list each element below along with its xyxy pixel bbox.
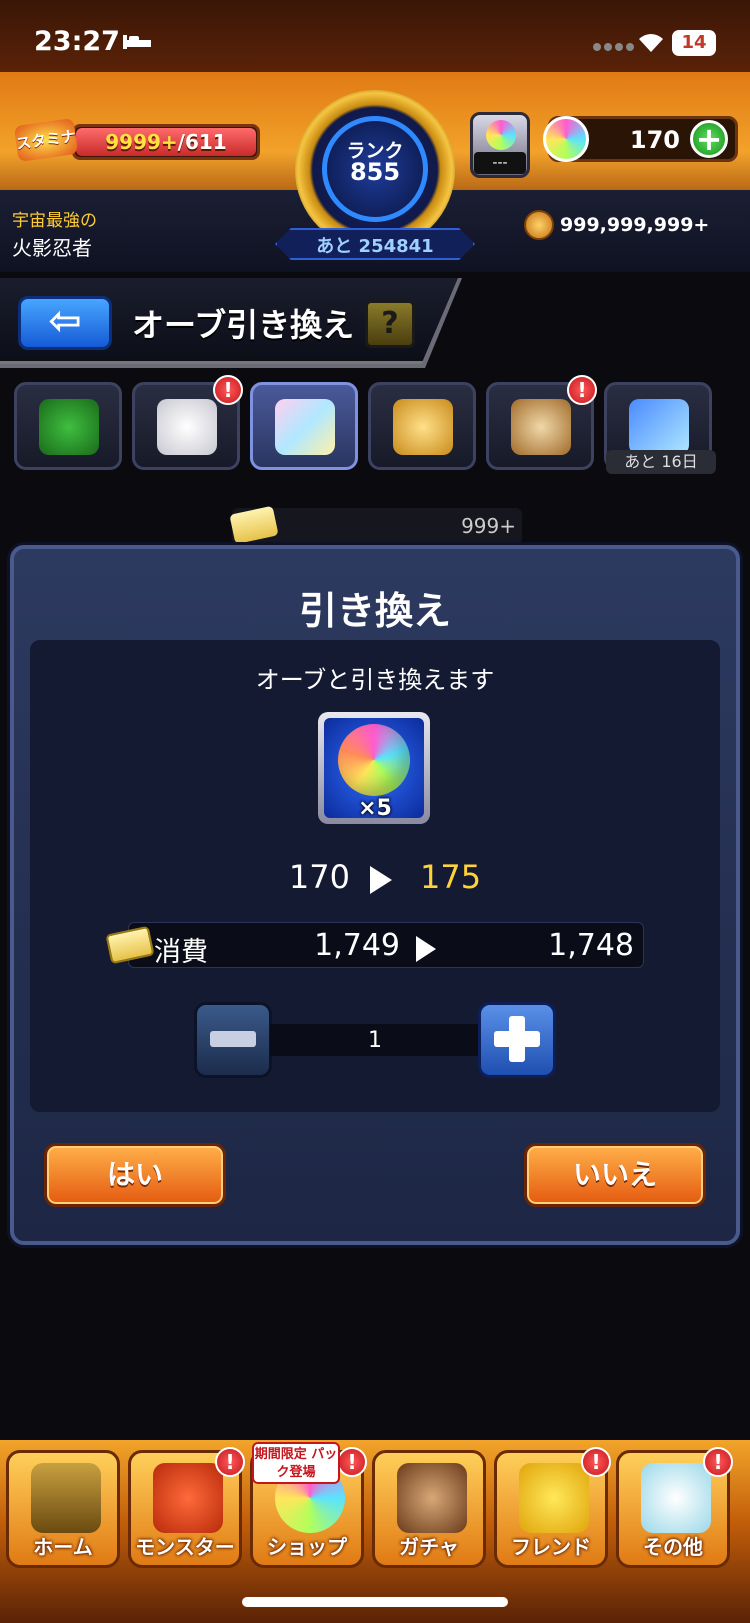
back-button[interactable]: ⇦ — [18, 296, 112, 350]
arrow-right-icon — [370, 866, 392, 894]
other-menu-icon — [641, 1463, 711, 1533]
cost-after: 1,748 — [548, 928, 634, 963]
cost-before: 1,749 — [314, 928, 400, 963]
orb-ticket-icon — [275, 399, 335, 455]
player-title: 火影忍者 — [12, 236, 92, 260]
monster-icon — [153, 1463, 223, 1533]
nav-label: モンスター — [135, 1535, 235, 1559]
signal-icon — [593, 43, 634, 51]
nav-label: その他 — [643, 1535, 703, 1559]
tab-castle-items[interactable]: ! — [486, 375, 597, 470]
player-title-prefix: 宇宙最強の — [12, 211, 97, 231]
mascot-icon — [393, 399, 453, 455]
clover-hat-icon — [39, 399, 99, 455]
orb-storage-label: --- — [474, 152, 526, 174]
nav-other[interactable]: その他 ! — [616, 1447, 733, 1568]
battery-indicator: 14 — [672, 30, 716, 56]
alert-badge: ! — [337, 1447, 367, 1477]
alert-badge: ! — [581, 1447, 611, 1477]
dialog-title: 引き換え — [298, 589, 451, 633]
limited-pack-banner: 期間限定 パック登場 — [252, 1442, 340, 1484]
tab-clover-hat[interactable] — [14, 382, 122, 470]
home-indicator[interactable] — [242, 1597, 508, 1607]
orb-count-before: 170 — [288, 858, 350, 896]
status-time: 23:27 — [34, 26, 120, 57]
nav-gacha[interactable]: ガチャ — [372, 1450, 486, 1568]
orb-exchange-icon — [629, 399, 689, 455]
stamina-current: 9999+ — [105, 130, 178, 154]
alert-badge: ! — [213, 375, 243, 405]
orb-storage-orb-icon — [486, 120, 516, 150]
minus-icon — [210, 1031, 256, 1047]
tab-orb-ticket[interactable] — [250, 382, 358, 470]
wifi-icon — [639, 34, 663, 52]
orb-count-after: 175 — [420, 858, 482, 896]
stamina-max: /611 — [177, 130, 227, 154]
alert-badge: ! — [215, 1447, 245, 1477]
page-title: オーブ引き換え — [132, 306, 355, 344]
tab-monster-mascot[interactable] — [368, 382, 476, 470]
home-icon — [31, 1463, 101, 1533]
add-orb-button[interactable]: + — [690, 120, 728, 158]
tab-heart-items[interactable]: ! — [132, 375, 243, 470]
quantity-value: 1 — [368, 1028, 382, 1053]
rainbow-orb-icon — [338, 724, 410, 796]
rank-value: 855 — [349, 158, 401, 186]
friend-icon — [519, 1463, 589, 1533]
nav-label: フレンド — [511, 1535, 591, 1559]
sleep-focus-icon — [123, 35, 151, 49]
nav-label: ショップ — [267, 1535, 347, 1559]
orb-count: 170 — [629, 126, 680, 154]
gacha-character-icon — [397, 1463, 467, 1533]
ticket-count: 999+ — [461, 514, 516, 538]
gold-count: 999,999,999+ — [560, 214, 710, 236]
orb-item-quantity: ×5 — [358, 796, 392, 821]
rank-remaining-exp: あと 254841 — [316, 236, 434, 257]
no-button[interactable]: いいえ — [524, 1143, 706, 1207]
cost-label: 消費 — [154, 937, 208, 968]
stamina-text: 9999+/611 — [76, 130, 256, 154]
castle-icon — [511, 399, 571, 455]
alert-badge: ! — [703, 1447, 733, 1477]
alert-badge: ! — [567, 375, 597, 405]
arrow-right-icon — [416, 936, 436, 962]
yes-button[interactable]: はい — [44, 1143, 226, 1207]
nav-home[interactable]: ホーム — [6, 1450, 120, 1568]
orb-icon — [543, 116, 589, 162]
nav-monster[interactable]: モンスター ! — [128, 1447, 245, 1568]
heart-card-icon — [157, 399, 217, 455]
nav-label: ホーム — [33, 1535, 93, 1559]
nav-friend[interactable]: フレンド ! — [494, 1447, 611, 1568]
nav-label: ガチャ — [399, 1535, 459, 1559]
tab-remaining-days: あと 16日 — [606, 450, 716, 474]
dialog-message: オーブと引き換えます — [255, 666, 495, 694]
plus-icon-vertical — [509, 1016, 525, 1062]
gold-coin-icon — [524, 210, 554, 240]
help-button[interactable]: ? — [365, 300, 415, 348]
